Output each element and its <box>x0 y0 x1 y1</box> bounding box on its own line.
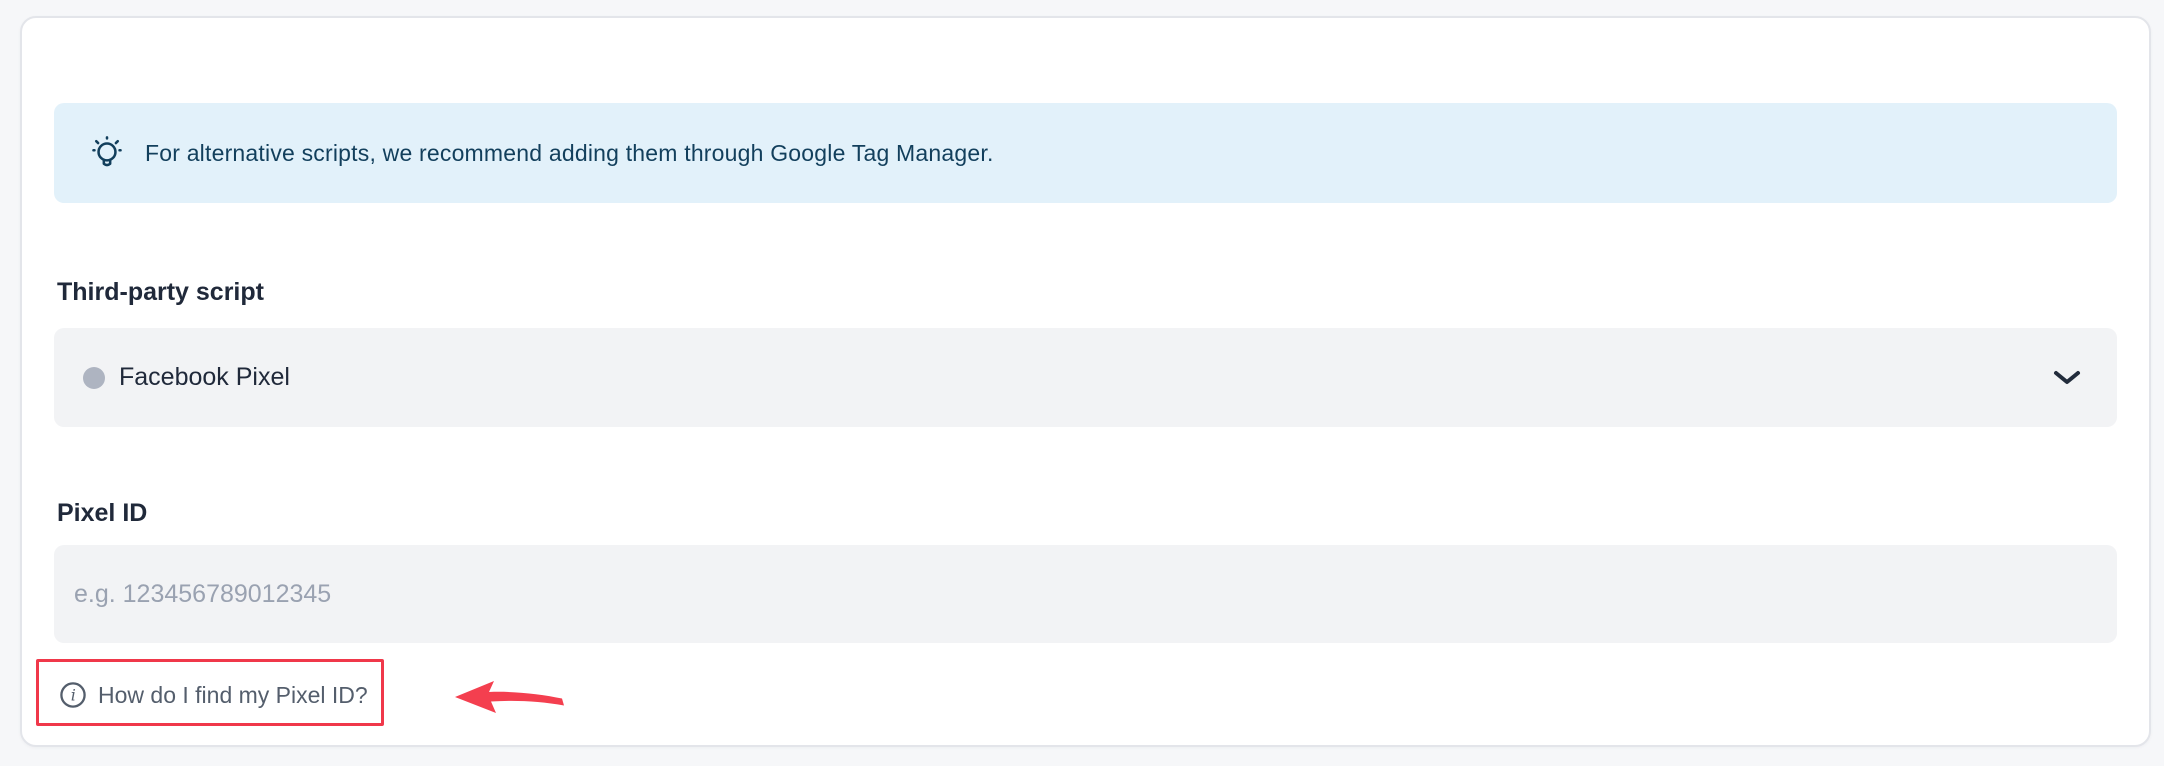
third-party-script-label: Third-party script <box>57 277 2117 307</box>
option-status-dot <box>83 367 105 389</box>
pixel-id-input[interactable] <box>54 545 2117 643</box>
chevron-down-icon <box>2052 369 2082 387</box>
pixel-id-label: Pixel ID <box>57 498 2117 528</box>
pixel-id-help-link[interactable]: i How do I find my Pixel ID? <box>59 681 368 709</box>
info-banner: For alternative scripts, we recommend ad… <box>54 103 2117 203</box>
help-link-label: How do I find my Pixel ID? <box>98 682 368 709</box>
selected-script-value: Facebook Pixel <box>119 363 290 392</box>
settings-card: For alternative scripts, we recommend ad… <box>20 16 2151 747</box>
svg-text:i: i <box>71 686 76 705</box>
lightbulb-icon <box>88 134 126 172</box>
third-party-script-select[interactable]: Facebook Pixel <box>54 328 2117 427</box>
banner-message: For alternative scripts, we recommend ad… <box>145 140 994 167</box>
info-icon: i <box>59 681 87 709</box>
